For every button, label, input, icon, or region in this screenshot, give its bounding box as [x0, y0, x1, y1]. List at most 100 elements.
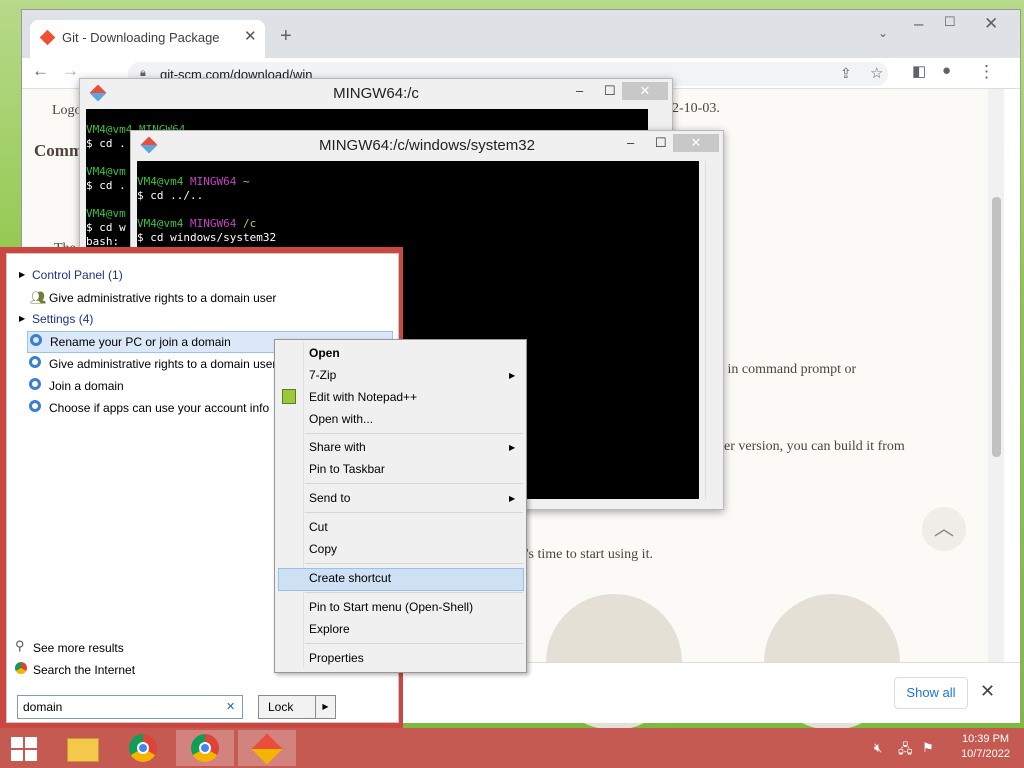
close-icon[interactable]: ✕ [673, 134, 719, 152]
terminal-titlebar[interactable]: MINGW64:/c/windows/system32 – ☐ ✕ [131, 131, 723, 159]
browser-tab[interactable]: Git - Downloading Package ✕ [30, 20, 265, 58]
result-label: Give administrative rights to a domain u… [49, 357, 277, 371]
minimize-icon[interactable]: – [914, 14, 923, 34]
taskbar-chrome-2[interactable] [176, 730, 234, 766]
menu-kebab-icon[interactable]: ⋮ [978, 62, 995, 82]
share-icon[interactable]: ⇪ [840, 65, 852, 82]
menu-pin-taskbar[interactable]: Pin to Taskbar [309, 462, 385, 476]
chrome-icon [129, 734, 157, 762]
page-heading: Comm [34, 141, 84, 160]
tab-search-icon[interactable]: ⌄ [878, 26, 888, 40]
page-text-line2: ver version, you can build it from [717, 439, 905, 454]
minimize-icon[interactable]: – [576, 83, 583, 98]
maximize-icon[interactable]: ☐ [655, 135, 667, 151]
lock-button[interactable]: Lock ▶ [258, 695, 336, 719]
bookmark-star-icon[interactable]: ☆ [870, 64, 883, 82]
tab-strip: Git - Downloading Package ✕ + ⌄ – ☐ ✕ [22, 10, 1020, 58]
gear-icon [29, 356, 41, 368]
volume-muted-icon[interactable]: 🔇︎ [874, 740, 882, 756]
windows-logo-icon [11, 737, 37, 761]
menu-separator [305, 433, 523, 434]
menu-separator [305, 592, 523, 593]
submenu-arrow-icon: ▶ [509, 494, 516, 503]
menu-send-to[interactable]: Send to [309, 491, 350, 505]
page-text-line1: d in command prompt or [717, 362, 857, 377]
terminal-titlebar[interactable]: MINGW64:/c – ☐ ✕ [80, 79, 672, 107]
menu-open-with[interactable]: Open with... [309, 412, 373, 426]
prompt-host: MINGW64 [189, 175, 237, 188]
side-panel-icon[interactable]: ◧ [912, 62, 926, 80]
result-label: Give administrative rights to a domain u… [49, 291, 277, 305]
back-icon[interactable]: ← [32, 61, 49, 81]
prompt-path: ~ [242, 175, 250, 188]
menu-edit-notepad[interactable]: Edit with Notepad++ [309, 390, 417, 404]
users-icon: 👥︎ [30, 290, 47, 305]
menu-separator [305, 643, 523, 644]
minimize-icon[interactable]: – [627, 135, 634, 150]
action-center-icon[interactable]: ⚑ [922, 740, 934, 756]
menu-explore[interactable]: Explore [309, 622, 350, 636]
terminal-line: VM4@vm [86, 207, 126, 220]
result-label: Join a domain [49, 379, 124, 393]
expand-arrow-icon[interactable]: ▶ [19, 270, 25, 279]
git-bash-icon [251, 733, 283, 765]
page-scrollbar[interactable] [988, 89, 1004, 662]
menu-cut[interactable]: Cut [309, 520, 328, 534]
download-bar-close-icon[interactable]: ✕ [980, 681, 995, 702]
see-more-results-link[interactable]: See more results [33, 641, 124, 655]
terminal-command: $ cd ../.. [137, 189, 204, 202]
group-settings[interactable]: Settings (4) [32, 312, 93, 326]
terminal-line: $ cd . [86, 179, 126, 192]
close-window-icon[interactable]: ✕ [984, 14, 998, 34]
menu-share-with[interactable]: Share with [309, 440, 366, 454]
chrome-icon [191, 734, 219, 762]
close-icon[interactable]: ✕ [622, 82, 668, 100]
menu-copy[interactable]: Copy [309, 542, 337, 556]
tab-close-icon[interactable]: ✕ [244, 27, 257, 45]
search-icon: ⚲ [15, 638, 25, 653]
maximize-icon[interactable]: ☐ [944, 14, 956, 30]
scroll-to-top-button[interactable]: ︿ [922, 507, 966, 551]
new-tab-icon[interactable]: + [280, 25, 292, 48]
menu-create-shortcut[interactable]: Create shortcut [309, 571, 391, 585]
forward-icon[interactable]: → [62, 61, 79, 81]
profile-avatar-icon[interactable]: ● [942, 62, 951, 79]
menu-properties[interactable]: Properties [309, 651, 364, 665]
chrome-small-icon [15, 662, 27, 674]
menu-7zip[interactable]: 7-Zip [309, 368, 336, 382]
clock-date: 10/7/2022 [961, 748, 1010, 760]
lock-label: Lock [268, 700, 294, 714]
scrollbar-thumb[interactable] [992, 197, 1001, 457]
maximize-icon[interactable]: ☐ [604, 83, 616, 99]
expand-arrow-icon[interactable]: ▶ [19, 314, 25, 323]
context-menu-gutter [303, 342, 304, 668]
menu-separator [305, 512, 523, 513]
lock-options-arrow-icon[interactable]: ▶ [315, 696, 335, 718]
group-control-panel[interactable]: Control Panel (1) [32, 268, 123, 282]
clear-search-icon[interactable]: ✕ [226, 700, 235, 713]
terminal-line: $ cd . [86, 137, 126, 150]
git-favicon-icon [39, 29, 56, 46]
menu-pin-start[interactable]: Pin to Start menu (Open-Shell) [309, 600, 473, 614]
prompt-host: MINGW64 [189, 217, 237, 230]
result-label: Rename your PC or join a domain [50, 335, 231, 349]
network-icon[interactable]: 🖧 [898, 740, 913, 762]
terminal-scrollbar[interactable] [705, 161, 720, 499]
terminal-line: VM4@vm [86, 165, 126, 178]
start-button[interactable] [0, 730, 50, 766]
result-control-panel-admin-rights[interactable]: 👥︎ Give administrative rights to a domai… [27, 288, 387, 308]
menu-separator [305, 483, 523, 484]
page-logo-text: Logo [52, 103, 82, 118]
system-clock[interactable]: 10:39 PM 10/7/2022 [961, 732, 1010, 762]
context-menu: Open 7-Zip ▶ Edit with Notepad++ Open wi… [274, 339, 527, 673]
taskbar-git-bash[interactable] [238, 730, 296, 766]
prompt-user: VM4@vm4 [137, 217, 184, 230]
taskbar-file-explorer[interactable] [52, 730, 110, 766]
taskbar-chrome-1[interactable] [114, 730, 172, 766]
start-search-input[interactable]: domain ✕ [17, 695, 243, 719]
gear-icon [29, 400, 41, 412]
search-internet-link[interactable]: Search the Internet [33, 663, 135, 677]
menu-open[interactable]: Open [309, 346, 340, 360]
gear-icon [30, 334, 42, 346]
show-all-button[interactable]: Show all [894, 677, 968, 709]
